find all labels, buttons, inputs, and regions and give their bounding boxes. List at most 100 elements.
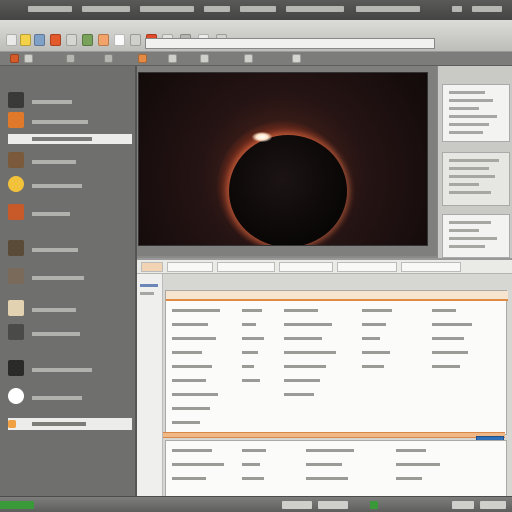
view-mode-control[interactable] (480, 501, 506, 509)
back-icon[interactable] (10, 54, 19, 63)
secondary-toolbar (0, 52, 512, 66)
thumbnail-icon (8, 300, 24, 316)
eclipse-photo[interactable] (138, 72, 428, 246)
fit-icon[interactable] (292, 54, 301, 63)
thumbnail-icon (8, 92, 24, 108)
sidebar-item[interactable] (8, 386, 132, 408)
sidebar-item[interactable] (8, 174, 132, 196)
properties-card (442, 84, 510, 142)
status-button[interactable] (282, 501, 312, 509)
menu-item-7[interactable] (356, 6, 420, 12)
document-icon[interactable] (114, 34, 125, 46)
menu-item-4[interactable] (204, 6, 230, 12)
menu-item-6[interactable] (286, 6, 344, 12)
table-cell (284, 379, 320, 382)
table-cell (242, 449, 266, 452)
settings-icon[interactable] (130, 34, 141, 46)
thumbnail-icon (8, 204, 24, 220)
table-cell (284, 393, 314, 396)
sidebar-item-selected[interactable] (8, 134, 132, 144)
tag-icon[interactable] (82, 34, 93, 46)
menu-item-2[interactable] (82, 6, 130, 12)
thumbnail-icon (8, 112, 24, 128)
tab[interactable] (217, 262, 275, 272)
import-icon[interactable] (34, 34, 45, 46)
table-cell (362, 337, 380, 340)
open-folder-icon[interactable] (20, 34, 31, 46)
table-cell (172, 449, 212, 452)
table-cell (242, 477, 264, 480)
nav-item[interactable] (140, 284, 158, 287)
table-cell (242, 337, 264, 340)
diamond-ring-flare (252, 132, 272, 142)
flag-icon[interactable] (138, 54, 147, 63)
table-cell (284, 351, 336, 354)
table-cell (432, 351, 468, 354)
tab[interactable] (167, 262, 213, 272)
sidebar-item-selected[interactable] (8, 418, 132, 430)
sidebar-item[interactable] (8, 238, 132, 260)
window-control-group[interactable] (472, 6, 502, 12)
table-cell (306, 477, 348, 480)
sidebar-item[interactable] (8, 322, 132, 344)
table-cell (284, 323, 332, 326)
sidebar-item[interactable] (8, 150, 132, 172)
thumbnail-icon (8, 324, 24, 340)
star-icon[interactable] (168, 54, 177, 63)
table-cell (432, 309, 456, 312)
zoom-control[interactable] (452, 501, 474, 509)
export-icon[interactable] (98, 34, 109, 46)
forward-icon[interactable] (24, 54, 33, 63)
table-cell (432, 365, 460, 368)
tab[interactable] (279, 262, 333, 272)
window-control-minimize[interactable] (452, 6, 462, 12)
filter-icon[interactable] (104, 54, 113, 63)
sidebar-item[interactable] (8, 266, 132, 288)
status-indicator (0, 501, 34, 509)
label-icon[interactable] (200, 54, 209, 63)
property-row (449, 159, 499, 162)
table-cell (362, 323, 386, 326)
metadata-table (165, 290, 508, 435)
moon-disc (229, 135, 347, 245)
table-cell (242, 351, 258, 354)
sidebar-item[interactable] (8, 110, 132, 132)
sidebar-item-detail (32, 137, 92, 141)
sidebar-item-detail (32, 100, 72, 104)
menu-item-5[interactable] (240, 6, 276, 12)
sidebar-item[interactable] (8, 358, 132, 380)
property-row (449, 175, 495, 178)
property-row (449, 167, 489, 170)
status-button[interactable] (318, 501, 348, 509)
property-row (449, 237, 497, 240)
property-row (449, 107, 479, 110)
new-file-icon[interactable] (6, 34, 17, 46)
table-cell (284, 337, 322, 340)
zoom-icon[interactable] (244, 54, 253, 63)
tab[interactable] (337, 262, 397, 272)
sidebar-item[interactable] (8, 298, 132, 320)
table-cell (242, 309, 262, 312)
print-icon[interactable] (66, 34, 77, 46)
menu-item-3[interactable] (140, 6, 194, 12)
sidebar (0, 66, 137, 496)
address-field[interactable] (145, 38, 435, 49)
sidebar-item[interactable] (8, 90, 132, 112)
tab-active[interactable] (141, 262, 163, 272)
table-cell (172, 477, 206, 480)
record-icon[interactable] (50, 34, 61, 46)
table-cell (172, 323, 208, 326)
sidebar-item-detail (32, 120, 88, 124)
thumbnail-icon (8, 152, 24, 168)
view-icon[interactable] (66, 54, 75, 63)
sidebar-item-detail (32, 212, 70, 216)
property-row (449, 229, 479, 232)
sidebar-item-detail (32, 308, 76, 312)
table-cell (172, 351, 202, 354)
menu-item-1[interactable] (28, 6, 72, 12)
table-header (166, 291, 508, 301)
tab[interactable] (401, 262, 461, 272)
sidebar-item[interactable] (8, 202, 132, 224)
sidebar-item-detail (32, 160, 76, 164)
nav-item[interactable] (140, 292, 154, 295)
